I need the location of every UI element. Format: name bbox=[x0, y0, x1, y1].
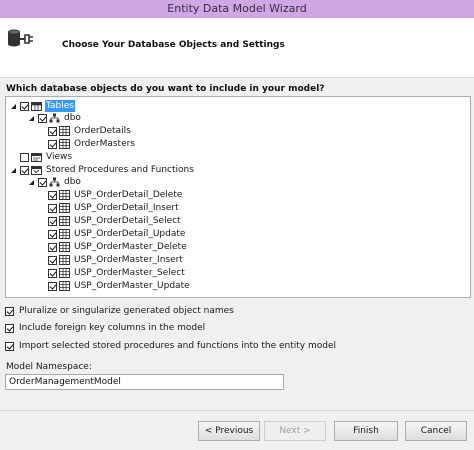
procedure-label: USP_OrderDetail_Delete bbox=[74, 190, 183, 200]
stored-procedure-icon bbox=[59, 268, 70, 278]
foreign-keys-label: Include foreign key columns in the model bbox=[19, 323, 206, 333]
tree-node-procedure[interactable]: USP_OrderDetail_Select bbox=[48, 215, 182, 227]
tree-node-procedures-dbo[interactable]: dbo bbox=[28, 176, 82, 188]
procedure-label: USP_OrderMaster_Update bbox=[74, 281, 190, 291]
collapse-arrow-icon[interactable] bbox=[28, 179, 35, 186]
window-titlebar: Entity Data Model Wizard bbox=[0, 0, 474, 18]
procedure-label: USP_OrderMaster_Delete bbox=[74, 242, 187, 252]
namespace-label: Model Namespace: bbox=[6, 362, 92, 372]
stored-procedure-icon bbox=[59, 255, 70, 265]
procedure-label: USP_OrderDetail_Update bbox=[74, 229, 186, 239]
procedure-checkbox[interactable] bbox=[48, 268, 57, 278]
header-title: Choose Your Database Objects and Setting… bbox=[62, 40, 285, 50]
tree-node-procedure[interactable]: USP_OrderMaster_Insert bbox=[48, 254, 184, 266]
tree-node-views[interactable]: Views bbox=[20, 151, 73, 163]
finish-button[interactable]: Finish bbox=[334, 421, 398, 441]
cancel-button[interactable]: Cancel bbox=[405, 421, 467, 441]
tree-node-procedures[interactable]: Stored Procedures and Functions bbox=[10, 164, 195, 176]
table-checkbox[interactable] bbox=[48, 139, 57, 149]
tree-node-procedure[interactable]: USP_OrderMaster_Delete bbox=[48, 241, 188, 253]
tree-node-procedure[interactable]: USP_OrderDetail_Insert bbox=[48, 202, 180, 214]
namespace-input[interactable] bbox=[5, 374, 284, 390]
procedure-checkbox[interactable] bbox=[48, 190, 57, 200]
import-procedures-checkbox[interactable] bbox=[5, 341, 14, 351]
stored-procedure-icon bbox=[59, 216, 70, 226]
wizard-header: Choose Your Database Objects and Setting… bbox=[0, 18, 474, 78]
option-pluralize[interactable]: Pluralize or singularize generated objec… bbox=[5, 305, 234, 317]
window-title: Entity Data Model Wizard bbox=[167, 2, 307, 15]
tree-node-procedure[interactable]: USP_OrderMaster_Select bbox=[48, 267, 186, 279]
database-connect-icon bbox=[6, 26, 34, 54]
procedure-label: USP_OrderDetail_Insert bbox=[74, 203, 179, 213]
option-foreign-keys[interactable]: Include foreign key columns in the model bbox=[5, 322, 205, 334]
pluralize-checkbox[interactable] bbox=[5, 306, 14, 316]
table-icon bbox=[59, 139, 70, 149]
procedures-checkbox[interactable] bbox=[20, 165, 29, 175]
tables-checkbox[interactable] bbox=[20, 101, 29, 111]
tables-dbo-checkbox[interactable] bbox=[38, 113, 47, 123]
procedures-folder-icon bbox=[31, 165, 42, 175]
collapse-arrow-icon[interactable] bbox=[28, 115, 35, 122]
procedure-checkbox[interactable] bbox=[48, 281, 57, 291]
tree-node-table[interactable]: OrderDetails bbox=[48, 125, 132, 137]
procedure-checkbox[interactable] bbox=[48, 229, 57, 239]
tree-node-tables[interactable]: Tables bbox=[10, 100, 75, 112]
schema-icon bbox=[49, 177, 60, 187]
stored-procedure-icon bbox=[59, 242, 70, 252]
schema-icon bbox=[49, 113, 60, 123]
next-button[interactable]: Next > bbox=[264, 421, 326, 441]
table-checkbox[interactable] bbox=[48, 126, 57, 136]
previous-button[interactable]: < Previous bbox=[198, 421, 260, 441]
procedure-label: USP_OrderMaster_Select bbox=[74, 268, 185, 278]
views-folder-icon bbox=[31, 152, 42, 162]
procedure-checkbox[interactable] bbox=[48, 255, 57, 265]
option-import-procedures[interactable]: Import selected stored procedures and fu… bbox=[5, 340, 336, 352]
views-checkbox[interactable] bbox=[20, 152, 29, 162]
table-label: OrderMasters bbox=[74, 139, 136, 149]
stored-procedure-icon bbox=[59, 281, 70, 291]
table-label: OrderDetails bbox=[74, 126, 131, 136]
procedure-checkbox[interactable] bbox=[48, 216, 57, 226]
tree-label-tables-dbo: dbo bbox=[64, 113, 81, 123]
stored-procedure-icon bbox=[59, 229, 70, 239]
procedures-dbo-checkbox[interactable] bbox=[38, 177, 47, 187]
objects-question: Which database objects do you want to in… bbox=[6, 84, 325, 94]
tree-label-views: Views bbox=[46, 152, 73, 162]
stored-procedure-icon bbox=[59, 190, 70, 200]
database-objects-tree[interactable]: Tables dbo OrderDetails OrderMasters Vie… bbox=[5, 96, 471, 298]
import-procedures-label: Import selected stored procedures and fu… bbox=[19, 341, 336, 351]
table-icon bbox=[59, 126, 70, 136]
collapse-arrow-icon[interactable] bbox=[10, 103, 17, 110]
tree-label-procedures-dbo: dbo bbox=[64, 177, 81, 187]
tree-node-procedure[interactable]: USP_OrderDetail_Delete bbox=[48, 189, 183, 201]
tree-label-tables: Tables bbox=[45, 100, 75, 112]
procedure-label: USP_OrderDetail_Select bbox=[74, 216, 181, 226]
footer-divider bbox=[0, 410, 474, 411]
tree-node-procedure[interactable]: USP_OrderMaster_Update bbox=[48, 280, 191, 292]
stored-procedure-icon bbox=[59, 203, 70, 213]
pluralize-label: Pluralize or singularize generated objec… bbox=[19, 306, 234, 316]
tree-label-procedures: Stored Procedures and Functions bbox=[46, 165, 194, 175]
tables-folder-icon bbox=[31, 101, 42, 111]
tree-node-procedure[interactable]: USP_OrderDetail_Update bbox=[48, 228, 186, 240]
foreign-keys-checkbox[interactable] bbox=[5, 323, 14, 333]
procedure-checkbox[interactable] bbox=[48, 203, 57, 213]
collapse-arrow-icon[interactable] bbox=[10, 167, 17, 174]
tree-node-tables-dbo[interactable]: dbo bbox=[28, 112, 82, 124]
procedure-label: USP_OrderMaster_Insert bbox=[74, 255, 183, 265]
tree-node-table[interactable]: OrderMasters bbox=[48, 138, 136, 150]
procedure-checkbox[interactable] bbox=[48, 242, 57, 252]
